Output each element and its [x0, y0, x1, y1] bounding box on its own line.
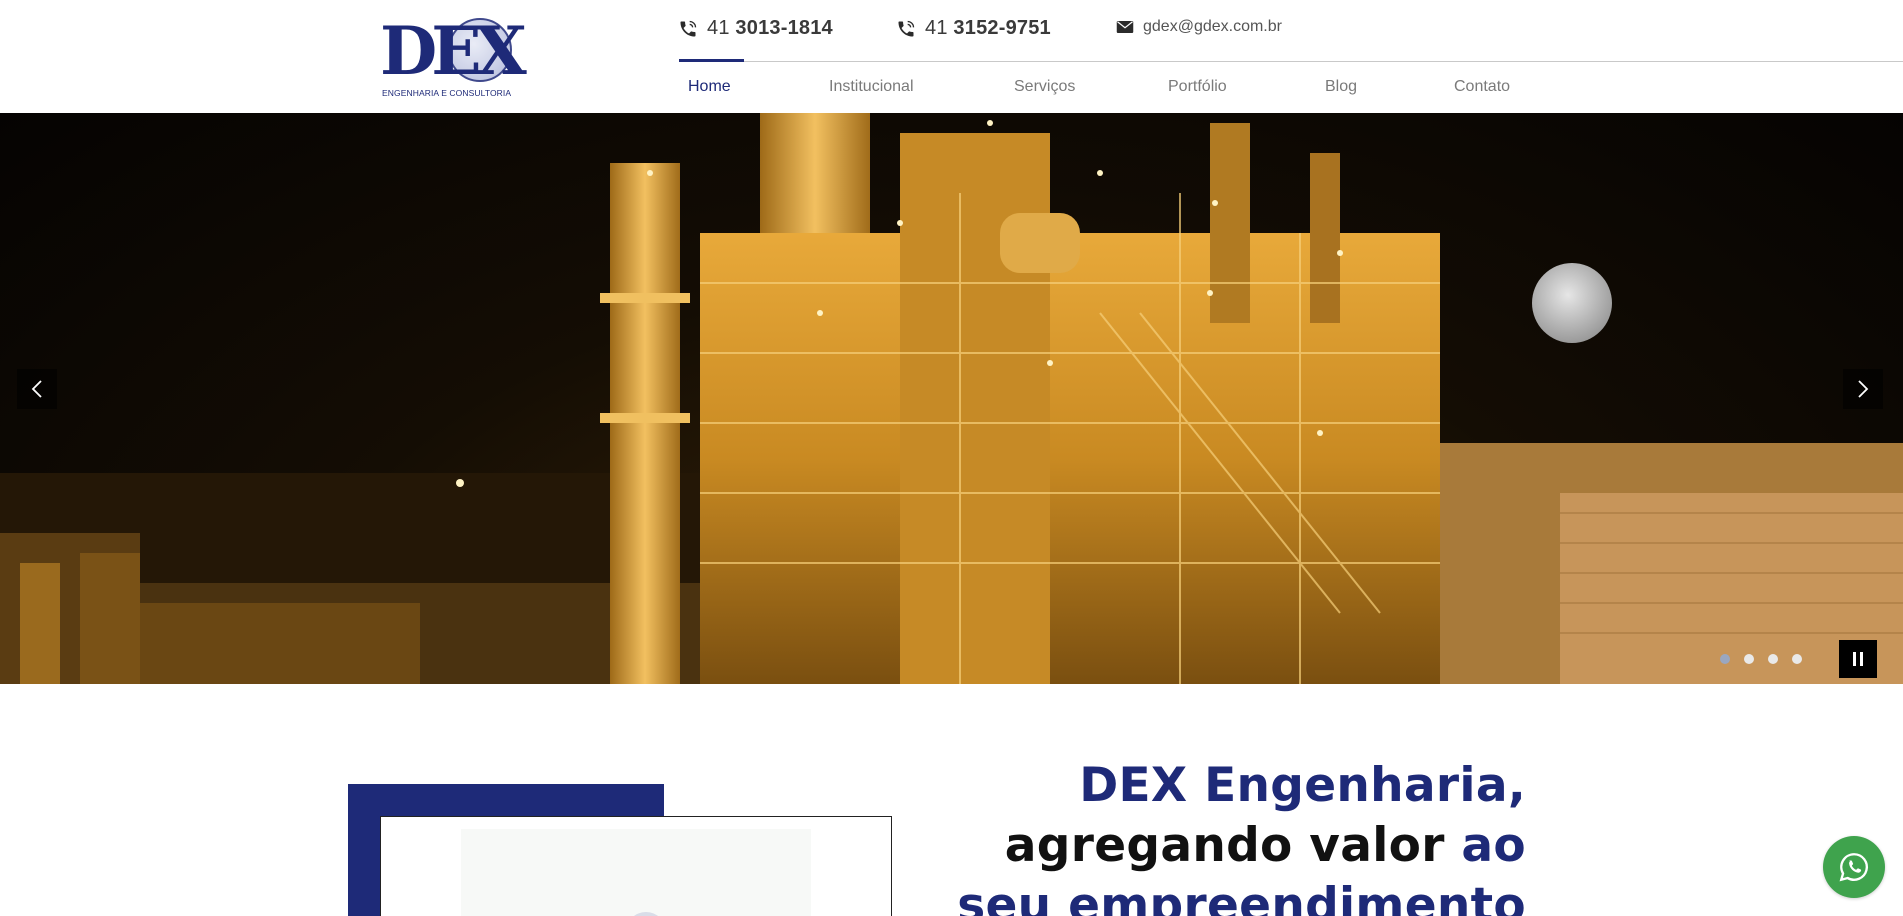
nav-item-servicos[interactable]: Serviços [1014, 78, 1075, 96]
slider-next-button[interactable] [1843, 369, 1883, 409]
slider-dot-3[interactable] [1768, 654, 1778, 664]
logo-letters: DEX [380, 12, 527, 90]
slider-pause-button[interactable] [1839, 640, 1877, 678]
phone-2-ddd: 41 [925, 17, 948, 39]
whatsapp-button[interactable] [1823, 836, 1885, 898]
phone-2-number: 3152-9751 [953, 17, 1051, 39]
phone-contact-1[interactable]: 41 3013-1814 [678, 17, 833, 40]
nav-item-institucional[interactable]: Institucional [829, 78, 914, 96]
slider-dot-4[interactable] [1792, 654, 1802, 664]
slider-prev-button[interactable] [17, 369, 57, 409]
phone-1-ddd: 41 [707, 17, 730, 39]
email-link: gdex@gdex.com.br [1143, 18, 1282, 35]
nav-item-blog[interactable]: Blog [1325, 78, 1357, 96]
slider-dot-1[interactable] [1720, 654, 1730, 664]
email-contact[interactable]: gdex@gdex.com.br [1116, 18, 1282, 36]
about-image [461, 829, 811, 916]
hero-slider [0, 113, 1903, 684]
phone-icon [680, 20, 697, 36]
headline-line-2-blue: ao [1461, 818, 1526, 873]
nav-item-contato[interactable]: Contato [1454, 78, 1510, 96]
headline-line-3: seu empreendimento [957, 878, 1526, 916]
nav-active-indicator [679, 59, 744, 62]
chevron-right-icon [1858, 380, 1869, 398]
headline-line-2-black: agregando valor [1004, 818, 1462, 873]
slider-dot-2[interactable] [1744, 654, 1754, 664]
headline-line-1: DEX Engenharia, [1079, 758, 1526, 813]
phone-contact-2[interactable]: 41 3152-9751 [896, 17, 1051, 40]
mail-icon [1116, 21, 1134, 33]
header-divider [679, 61, 1903, 62]
chevron-left-icon [31, 380, 42, 398]
about-headline: DEX Engenharia, agregando valor ao seu e… [926, 756, 1526, 916]
slider-dots [1720, 654, 1802, 664]
phone-1-number: 3013-1814 [735, 17, 833, 39]
nav-item-home[interactable]: Home [688, 78, 731, 96]
main-nav: Home Institucional Serviços Portfólio Bl… [0, 78, 1903, 98]
pause-icon [1853, 652, 1856, 666]
whatsapp-icon [1839, 853, 1869, 882]
about-image-frame [380, 816, 892, 916]
phone-icon [898, 20, 915, 36]
hero-image [0, 113, 1903, 684]
nav-item-portfolio[interactable]: Portfólio [1168, 78, 1227, 96]
site-header: DEX ENGENHARIA E CONSULTORIA 41 3013-181… [0, 0, 1903, 113]
